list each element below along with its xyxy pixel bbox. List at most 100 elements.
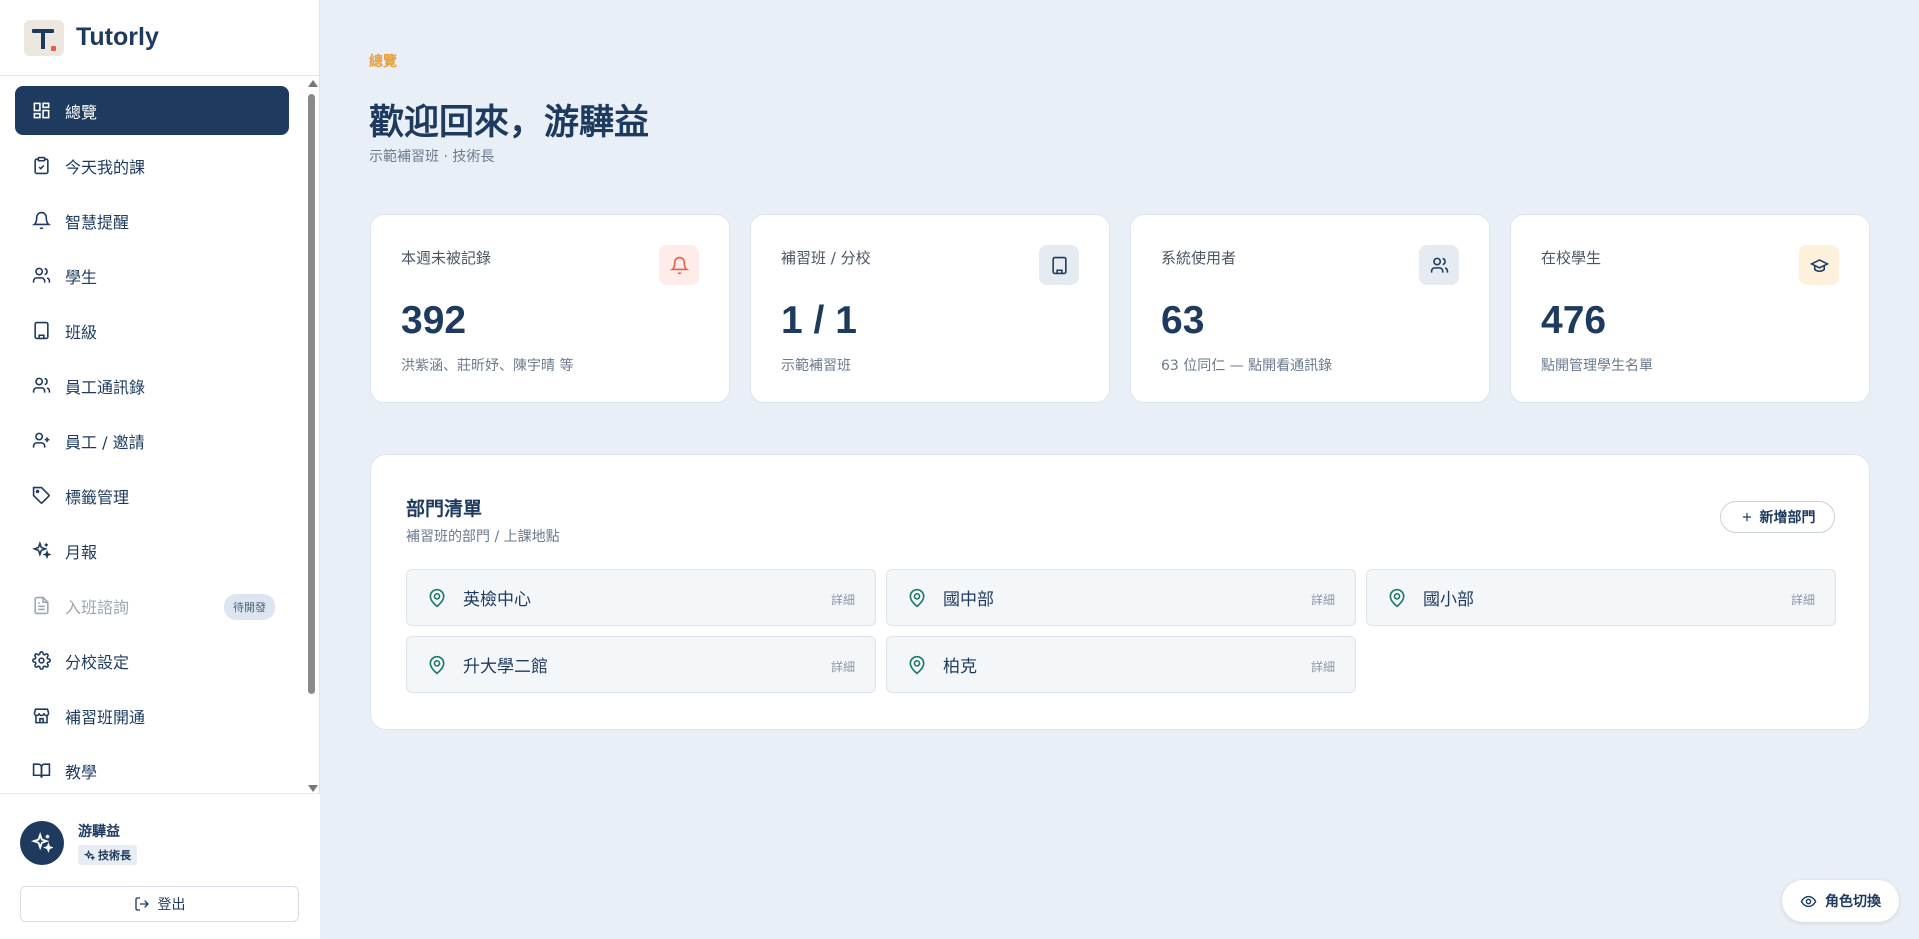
logout-icon <box>134 897 149 911</box>
department-name: 柏克 <box>943 657 977 677</box>
stat-card-branches[interactable]: 補習班 / 分校 1 / 1 示範補習班 <box>750 214 1110 403</box>
store-icon <box>31 706 51 726</box>
sidebar-item-label: 智慧提醒 <box>65 212 130 232</box>
building-icon <box>31 321 51 341</box>
sidebar-item-activation[interactable]: 補習班開通 <box>15 691 289 740</box>
sidebar-item-today-classes[interactable]: 今天我的課 <box>15 141 289 190</box>
sidebar-item-label: 標籤管理 <box>65 487 130 507</box>
sidebar-item-monthly-report[interactable]: 月報 <box>15 526 289 575</box>
sidebar-item-classes[interactable]: 班級 <box>15 306 289 355</box>
page-subtitle: 示範補習班 · 技術長 <box>369 149 495 165</box>
department-item[interactable]: 升大學二館 詳細 <box>406 636 876 693</box>
sidebar: Tutorly 總覽 今天我的課 智慧提醒 學生 班級 員工通訊錄 員工 / 邀… <box>0 0 320 939</box>
stat-desc: 洪紫涵、莊昕妤、陳宇晴 等 <box>401 358 574 374</box>
map-pin-icon <box>429 588 445 607</box>
brand-name: Tutorly <box>76 23 159 51</box>
status-badge: 待開發 <box>224 594 275 620</box>
logout-label: 登出 <box>157 897 186 913</box>
scrollbar-thumb[interactable] <box>308 94 315 694</box>
sidebar-item-label: 員工通訊錄 <box>65 377 146 397</box>
role-switch-button[interactable]: 角色切換 <box>1782 880 1899 922</box>
map-pin-icon <box>909 655 925 674</box>
user-plus-icon <box>31 431 51 451</box>
stat-value: 1 / 1 <box>781 299 857 342</box>
department-name: 國中部 <box>943 590 994 610</box>
scroll-up-icon[interactable] <box>308 80 318 87</box>
plus-icon <box>1742 512 1751 522</box>
sidebar-item-branch-settings[interactable]: 分校設定 <box>15 636 289 685</box>
main-content: 總覽 歡迎回來，游驊益 示範補習班 · 技術長 本週未被記錄 392 洪紫涵、莊… <box>320 0 1919 939</box>
department-detail-link[interactable]: 詳細 <box>831 658 855 675</box>
gear-icon <box>31 651 51 671</box>
map-pin-icon <box>429 655 445 674</box>
users-icon <box>31 376 51 396</box>
department-name: 升大學二館 <box>463 657 548 677</box>
sidebar-scrollbar[interactable] <box>306 80 318 792</box>
stat-label: 本週未被記錄 <box>401 249 492 267</box>
sidebar-item-students[interactable]: 學生 <box>15 251 289 300</box>
add-department-button[interactable]: 新增部門 <box>1720 501 1835 533</box>
dashboard-icon <box>31 101 51 121</box>
sidebar-nav: 總覽 今天我的課 智慧提醒 學生 班級 員工通訊錄 員工 / 邀請 標籤管理 月… <box>0 86 304 792</box>
sidebar-footer: 游驊益 技術長 登出 <box>0 793 320 939</box>
scroll-down-icon[interactable] <box>308 785 318 792</box>
bell-icon <box>659 245 699 285</box>
sidebar-item-label: 學生 <box>65 267 98 287</box>
eye-icon <box>1800 895 1817 907</box>
stat-label: 系統使用者 <box>1161 249 1237 267</box>
stat-label: 補習班 / 分校 <box>781 249 871 267</box>
department-list-title: 部門清單 <box>406 498 483 520</box>
user-name: 游驊益 <box>78 824 120 840</box>
brand[interactable]: Tutorly <box>0 0 319 76</box>
bell-icon <box>31 211 51 231</box>
logout-button[interactable]: 登出 <box>20 886 299 922</box>
department-list-card: 部門清單 補習班的部門 / 上課地點 新增部門 英檢中心 詳細 國中部 詳細 國… <box>370 454 1870 730</box>
page-title: 歡迎回來，游驊益 <box>369 102 650 143</box>
map-pin-icon <box>909 588 925 607</box>
tutorly-logo-icon <box>24 19 64 56</box>
stat-desc: 示範補習班 <box>781 358 851 374</box>
users-icon <box>1419 245 1459 285</box>
sidebar-item-overview[interactable]: 總覽 <box>15 86 289 135</box>
add-department-label: 新增部門 <box>1759 510 1816 526</box>
sidebar-item-smart-reminders[interactable]: 智慧提醒 <box>15 196 289 245</box>
user-role-badge: 技術長 <box>78 845 137 865</box>
user-role-label: 技術長 <box>98 849 131 862</box>
department-list-subtitle: 補習班的部門 / 上課地點 <box>406 529 560 545</box>
department-name: 國小部 <box>1423 590 1474 610</box>
sidebar-item-label: 補習班開通 <box>65 707 146 727</box>
sidebar-item-label: 總覽 <box>65 102 98 122</box>
map-pin-icon <box>1389 588 1405 607</box>
department-item[interactable]: 國中部 詳細 <box>886 569 1356 626</box>
sidebar-item-label: 分校設定 <box>65 652 130 672</box>
stat-desc: 63 位同仁 — 點開看通訊錄 <box>1161 358 1333 374</box>
stat-card-students[interactable]: 在校學生 476 點開管理學生名單 <box>1510 214 1870 403</box>
stat-card-users[interactable]: 系統使用者 63 63 位同仁 — 點開看通訊錄 <box>1130 214 1490 403</box>
users-icon <box>31 266 51 286</box>
department-detail-link[interactable]: 詳細 <box>1791 591 1815 608</box>
sidebar-item-label: 員工 / 邀請 <box>65 432 145 452</box>
department-detail-link[interactable]: 詳細 <box>831 591 855 608</box>
department-item[interactable]: 英檢中心 詳細 <box>406 569 876 626</box>
sidebar-item-tag-management[interactable]: 標籤管理 <box>15 471 289 520</box>
sparkles-icon <box>31 832 53 854</box>
department-item[interactable]: 國小部 詳細 <box>1366 569 1836 626</box>
tag-icon <box>31 486 51 506</box>
avatar <box>20 821 64 865</box>
sidebar-item-staff-invite[interactable]: 員工 / 邀請 <box>15 416 289 465</box>
sidebar-item-enrollment-inquiry[interactable]: 入班諮詢 待開發 <box>15 581 289 630</box>
sidebar-item-staff-directory[interactable]: 員工通訊錄 <box>15 361 289 410</box>
sidebar-item-label: 教學 <box>65 762 98 782</box>
department-detail-link[interactable]: 詳細 <box>1311 591 1335 608</box>
user-profile[interactable]: 游驊益 技術長 <box>20 821 137 865</box>
graduation-cap-icon <box>1799 245 1839 285</box>
stat-card-unrecorded[interactable]: 本週未被記錄 392 洪紫涵、莊昕妤、陳宇晴 等 <box>370 214 730 403</box>
sidebar-item-label: 月報 <box>65 542 98 562</box>
department-detail-link[interactable]: 詳細 <box>1311 658 1335 675</box>
stat-label: 在校學生 <box>1541 249 1602 267</box>
department-item[interactable]: 柏克 詳細 <box>886 636 1356 693</box>
clipboard-check-icon <box>31 156 51 176</box>
role-switch-label: 角色切換 <box>1825 894 1881 910</box>
sidebar-item-teaching[interactable]: 教學 <box>15 746 289 792</box>
sidebar-item-label: 今天我的課 <box>65 157 146 177</box>
